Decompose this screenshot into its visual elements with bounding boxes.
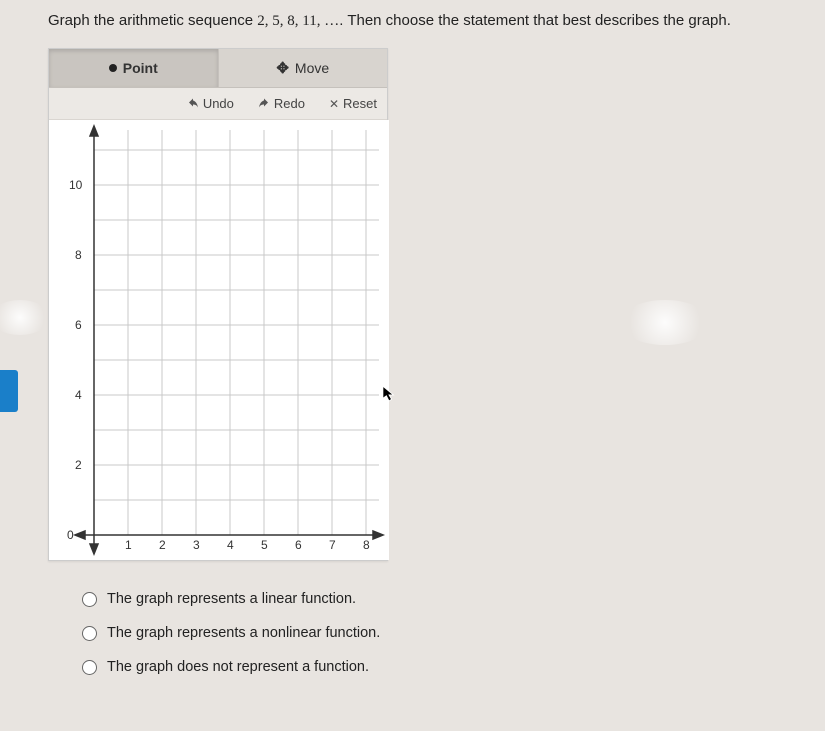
graph-canvas[interactable]: 0 1 2 3 4 5 6 7 8 2 4 6 8 10 [49,120,389,560]
radio-icon [82,626,97,641]
side-nav-tab[interactable] [0,370,18,412]
glare-artifact [0,300,50,335]
move-tool-button[interactable]: ✥ Move [219,49,388,87]
reset-icon: ✕ [329,97,339,111]
move-label: Move [295,60,329,76]
point-icon [109,64,117,72]
action-row: Undo Redo ✕ Reset [49,88,387,120]
reset-label: Reset [343,96,377,111]
tool-row: Point ✥ Move [49,49,387,88]
question-prefix: Graph the arithmetic sequence [48,12,257,29]
reset-button[interactable]: ✕ Reset [329,96,377,111]
tick-y-2: 2 [75,458,82,472]
point-tool-button[interactable]: Point [49,49,219,87]
option-b[interactable]: The graph represents a nonlinear functio… [82,625,825,641]
graph-widget: Point ✥ Move Undo Redo ✕ Reset [48,48,388,561]
tick-x-1: 1 [125,538,132,552]
grid-svg [49,120,389,560]
tick-x-7: 7 [329,538,336,552]
radio-icon [82,660,97,675]
tick-x-0: 0 [67,528,74,542]
tick-x-5: 5 [261,538,268,552]
glare-artifact [620,300,710,345]
tick-x-3: 3 [193,538,200,552]
tick-y-4: 4 [75,388,82,402]
question-text: Graph the arithmetic sequence 2, 5, 8, 1… [0,0,825,48]
point-label: Point [123,60,158,76]
undo-label: Undo [203,96,234,111]
redo-button[interactable]: Redo [258,96,305,111]
tick-y-8: 8 [75,248,82,262]
tick-y-10: 10 [69,178,82,192]
undo-button[interactable]: Undo [187,96,234,111]
tick-y-6: 6 [75,318,82,332]
move-icon: ✥ [276,59,289,77]
option-b-label: The graph represents a nonlinear functio… [107,625,380,641]
answer-list: The graph represents a linear function. … [82,591,825,675]
question-sequence: 2, 5, 8, 11, … [257,13,339,29]
option-a-label: The graph represents a linear function. [107,591,356,607]
option-c[interactable]: The graph does not represent a function. [82,659,825,675]
tick-x-6: 6 [295,538,302,552]
redo-icon [258,98,270,110]
redo-label: Redo [274,96,305,111]
question-suffix: . Then choose the statement that best de… [339,12,731,29]
radio-icon [82,592,97,607]
option-c-label: The graph does not represent a function. [107,659,369,675]
option-a[interactable]: The graph represents a linear function. [82,591,825,607]
undo-icon [187,98,199,110]
tick-x-8: 8 [363,538,370,552]
tick-x-4: 4 [227,538,234,552]
tick-x-2: 2 [159,538,166,552]
